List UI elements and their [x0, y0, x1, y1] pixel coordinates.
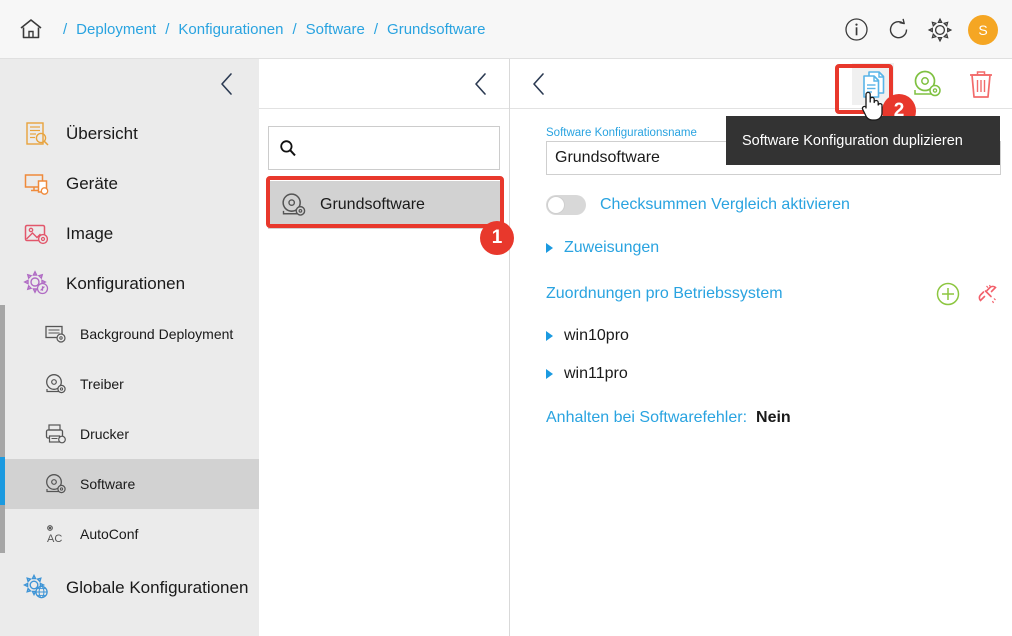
autoconf-icon: AC: [44, 522, 68, 546]
home-icon[interactable]: [14, 12, 48, 46]
sidebar-item-autoconf[interactable]: AC AutoConf: [0, 509, 259, 559]
detail-toolbar-actions: [852, 59, 1002, 109]
assignments-expander-label: Zuweisungen: [564, 239, 660, 256]
driver-disc-icon: [44, 372, 68, 396]
sidebar-subitem-label: Software: [80, 476, 136, 492]
chevron-right-icon: [546, 369, 553, 379]
sidebar-item-konfigurationen[interactable]: Konfigurationen: [0, 259, 259, 309]
checksum-toggle-row: Checksummen Vergleich aktivieren: [546, 195, 1012, 215]
sidebar-item-globale-konfigurationen[interactable]: Globale Konfigurationen: [0, 563, 259, 613]
top-bar-actions: S: [842, 0, 998, 59]
sidebar-item-background-deployment[interactable]: Background Deployment: [0, 309, 259, 359]
gear-icon[interactable]: [926, 16, 954, 44]
sidebar-footer-item-label: Globale Konfigurationen: [66, 578, 249, 597]
breadcrumb-item-grundsoftware[interactable]: Grundsoftware: [387, 21, 485, 38]
sidebar-item-label: Konfigurationen: [66, 274, 186, 293]
os-item-win10pro[interactable]: win10pro: [546, 327, 1012, 345]
top-bar: / Deployment / Konfigurationen / Softwar…: [0, 0, 1012, 59]
checksum-toggle[interactable]: [546, 195, 586, 215]
app-root: / Deployment / Konfigurationen / Softwar…: [0, 0, 1012, 636]
sidebar: Übersicht Geräte Image Konfigurationen B…: [0, 59, 259, 636]
os-item-win11pro[interactable]: win11pro: [546, 365, 1012, 383]
back-button[interactable]: [524, 69, 554, 99]
breadcrumb-separator-2: /: [292, 20, 297, 38]
sidebar-active-indicator: [0, 457, 5, 505]
chevron-right-icon: [546, 243, 553, 253]
sidebar-item-software[interactable]: Software: [0, 459, 259, 509]
list-column: Grundsoftware: [259, 59, 510, 636]
os-item-label: win11pro: [564, 365, 628, 382]
sidebar-item-image[interactable]: Image: [0, 209, 259, 259]
avatar[interactable]: S: [968, 14, 998, 45]
sidebar-item-uebersicht[interactable]: Übersicht: [0, 109, 259, 159]
plus-circle-icon[interactable]: [935, 281, 961, 307]
os-item-label: win10pro: [564, 327, 629, 344]
info-icon[interactable]: [842, 16, 870, 44]
sidebar-subitem-label: Background Deployment: [80, 326, 234, 342]
breadcrumb-separator-3: /: [373, 20, 379, 38]
overview-icon: [22, 119, 52, 149]
halt-on-error-key: Anhalten bei Softwarefehler:: [546, 409, 748, 426]
printer-icon: [44, 422, 68, 446]
list-column-header: [259, 59, 509, 109]
breadcrumb-item-software[interactable]: Software: [306, 21, 365, 38]
list-item-label: Grundsoftware: [320, 196, 425, 213]
breadcrumb-item-konfigurationen[interactable]: Konfigurationen: [178, 21, 283, 38]
sidebar-item-label: Geräte: [66, 174, 118, 193]
halt-on-error-row: Anhalten bei Softwarefehler: Nein: [546, 409, 1012, 427]
sidebar-subitem-label: Drucker: [80, 426, 130, 442]
configurations-gear-icon: [22, 269, 52, 299]
svg-text:AC: AC: [47, 533, 62, 545]
sidebar-subitem-label: AutoConf: [80, 526, 139, 542]
sidebar-item-geraete[interactable]: Geräte: [0, 159, 259, 209]
halt-on-error-value: Nein: [756, 409, 791, 426]
checksum-toggle-label[interactable]: Checksummen Vergleich aktivieren: [600, 196, 850, 214]
sidebar-group-indicator: [0, 305, 5, 553]
sidebar-item-drucker[interactable]: Drucker: [0, 409, 259, 459]
sidebar-item-label: Image: [66, 224, 114, 243]
breadcrumb-separator-0: /: [63, 20, 68, 38]
chevron-right-icon: [546, 331, 553, 341]
os-assignments-title: Zuordnungen pro Betriebssystem: [546, 285, 783, 302]
duplicate-button[interactable]: [852, 63, 894, 105]
duplicate-tooltip: Software Konfiguration duplizieren: [726, 116, 1000, 165]
breadcrumb: / Deployment / Konfigurationen / Softwar…: [54, 21, 485, 38]
os-assignments-actions: [935, 281, 1001, 307]
software-disc-icon: [44, 472, 68, 496]
list-collapse-button[interactable]: [471, 71, 491, 97]
search-input[interactable]: [305, 140, 489, 156]
sidebar-item-treiber[interactable]: Treiber: [0, 359, 259, 409]
search-icon: [279, 139, 297, 157]
detail-toolbar: [510, 59, 1012, 109]
grundsoftware-list-item[interactable]: Grundsoftware: [268, 181, 500, 229]
background-deployment-icon: [44, 322, 68, 346]
delete-button[interactable]: [960, 63, 1002, 105]
os-assignments-section-header: Zuordnungen pro Betriebssystem: [546, 281, 1001, 307]
broken-link-icon[interactable]: [975, 281, 1001, 307]
search-box[interactable]: [268, 126, 500, 170]
image-icon: [22, 219, 52, 249]
sidebar-item-label: Übersicht: [66, 124, 138, 143]
breadcrumb-item-deployment[interactable]: Deployment: [76, 21, 156, 38]
toggle-knob: [547, 196, 565, 214]
devices-icon: [22, 169, 52, 199]
refresh-icon[interactable]: [884, 16, 912, 44]
global-configurations-icon: [22, 573, 52, 603]
assignments-expander[interactable]: Zuweisungen: [546, 239, 1012, 257]
sidebar-collapse-button[interactable]: [0, 59, 259, 109]
software-disc-icon: [280, 191, 308, 219]
sidebar-subitem-label: Treiber: [80, 376, 124, 392]
software-button[interactable]: [906, 63, 948, 105]
breadcrumb-separator-1: /: [165, 20, 170, 38]
